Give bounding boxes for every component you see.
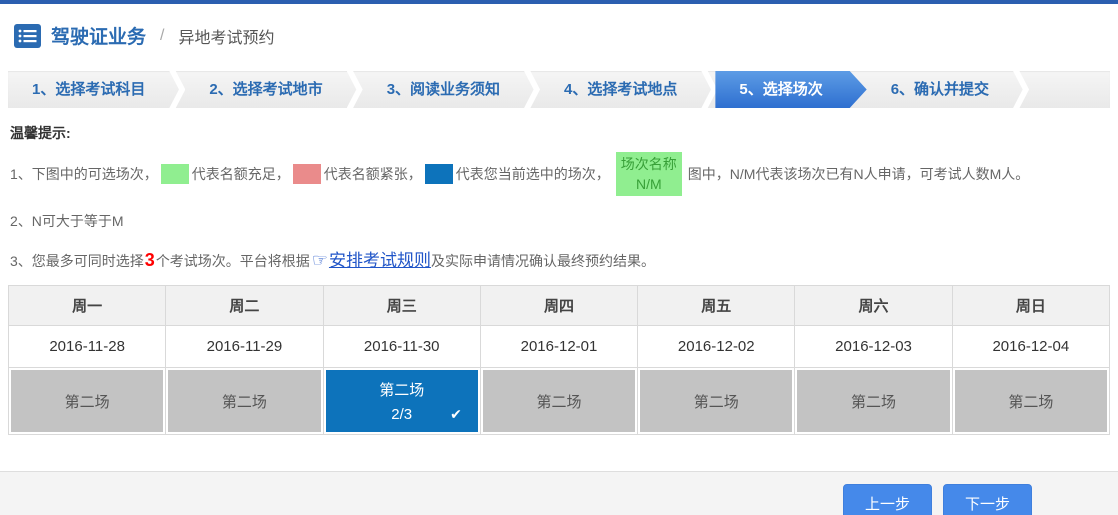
chevron-separator-icon	[1013, 71, 1029, 108]
weekday-header: 周五	[638, 286, 795, 326]
session-cell-sunday: 第二场	[952, 368, 1109, 435]
date-cell: 2016-11-28	[9, 326, 166, 368]
step-2-select-city[interactable]: 2、选择考试地市	[185, 71, 346, 108]
checkmark-icon: ✔	[450, 406, 462, 423]
chevron-separator-icon	[169, 71, 185, 108]
weekday-header-row: 周一 周二 周三 周四 周五 周六 周日	[9, 286, 1110, 326]
session-option[interactable]: 第二场	[168, 370, 320, 432]
session-option[interactable]: 第二场	[483, 370, 635, 432]
session-cell-saturday: 第二场	[795, 368, 952, 435]
chevron-separator-icon	[524, 71, 540, 108]
step-3-read-notice[interactable]: 3、阅读业务须知	[363, 71, 524, 108]
tip1-blue-label: 代表您当前选中的场次，	[456, 164, 610, 184]
tip1-prefix: 1、下图中的可选场次，	[10, 164, 158, 184]
session-schedule-table: 周一 周二 周三 周四 周五 周六 周日 2016-11-28 2016-11-…	[8, 285, 1110, 435]
tip-line-1: 1、下图中的可选场次， 代表名额充足， 代表名额紧张， 代表您当前选中的场次， …	[10, 152, 1108, 196]
breadcrumb-page-title: 异地考试预约	[178, 24, 274, 48]
tip1-suffix: 图中，N/M代表该场次已有N人申请，可考试人数M人。	[688, 164, 1029, 184]
footer-action-bar: 上一步 下一步	[0, 471, 1118, 515]
date-cell: 2016-12-02	[638, 326, 795, 368]
date-cell: 2016-12-04	[952, 326, 1109, 368]
pointing-hand-icon: ☞	[312, 250, 328, 270]
step-4-select-location[interactable]: 4、选择考试地点	[540, 71, 701, 108]
weekday-header: 周二	[166, 286, 323, 326]
session-cell-friday: 第二场	[638, 368, 795, 435]
tip-line-2: 2、N可大于等于M	[10, 211, 1108, 231]
tip3-part1: 3、您最多可同时选择	[10, 253, 144, 269]
sample-session-name: 场次名称	[621, 154, 677, 174]
list-icon	[14, 24, 41, 48]
breadcrumb-service-category[interactable]: 驾驶证业务	[51, 22, 146, 49]
step-progress-bar: 1、选择考试科目 2、选择考试地市 3、阅读业务须知 4、选择考试地点 5、选择…	[8, 71, 1110, 108]
date-cell: 2016-12-01	[480, 326, 637, 368]
session-cell-wednesday: 第二场 2/3 ✔	[323, 368, 480, 435]
session-cell-tuesday: 第二场	[166, 368, 323, 435]
weekday-header: 周一	[9, 286, 166, 326]
weekday-header: 周日	[952, 286, 1109, 326]
date-cell: 2016-11-29	[166, 326, 323, 368]
tip1-green-label: 代表名额充足，	[192, 164, 290, 184]
sample-session-ratio: N/M	[636, 174, 662, 194]
breadcrumb-separator: /	[160, 27, 164, 45]
chevron-separator-icon	[347, 71, 363, 108]
weekday-header: 周四	[480, 286, 637, 326]
legend-green-swatch	[161, 164, 189, 184]
tips-section: 温馨提示: 1、下图中的可选场次， 代表名额充足， 代表名额紧张， 代表您当前选…	[10, 123, 1108, 271]
selected-session-ratio: 2/3	[391, 406, 412, 423]
date-cell: 2016-12-03	[795, 326, 952, 368]
legend-session-sample-box: 场次名称 N/M	[616, 152, 682, 196]
page-header: 驾驶证业务 / 异地考试预约	[0, 4, 1118, 65]
exam-rules-link[interactable]: 安排考试规则	[329, 251, 431, 270]
step-5-select-session-active[interactable]: 5、选择场次	[715, 71, 866, 108]
date-cell: 2016-11-30	[323, 326, 480, 368]
tips-title: 温馨提示:	[10, 123, 1108, 143]
step-1-select-subject[interactable]: 1、选择考试科目	[8, 71, 169, 108]
selected-session-name: 第二场	[379, 379, 424, 400]
session-row: 第二场 第二场 第二场 2/3 ✔ 第二场 第二场 第二场 第二场	[9, 368, 1110, 435]
session-option[interactable]: 第二场	[797, 370, 949, 432]
tip1-red-label: 代表名额紧张，	[324, 164, 422, 184]
session-cell-monday: 第二场	[9, 368, 166, 435]
tip-line-3: 3、您最多可同时选择3个考试场次。平台将根据☞安排考试规则及实际申请情况确认最终…	[10, 246, 1108, 271]
tip3-part2: 个考试场次。平台将根据	[156, 253, 310, 269]
next-step-button[interactable]: 下一步	[943, 484, 1032, 515]
tip3-part3: 及实际申请情况确认最终预约结果。	[431, 253, 655, 269]
chevron-separator-icon	[701, 71, 717, 108]
session-option[interactable]: 第二场	[955, 370, 1107, 432]
legend-red-swatch	[293, 164, 321, 184]
legend-blue-swatch	[425, 164, 453, 184]
session-cell-thursday: 第二场	[480, 368, 637, 435]
previous-step-button[interactable]: 上一步	[843, 484, 932, 515]
date-row: 2016-11-28 2016-11-29 2016-11-30 2016-12…	[9, 326, 1110, 368]
session-option-selected[interactable]: 第二场 2/3 ✔	[326, 370, 478, 432]
session-option[interactable]: 第二场	[11, 370, 163, 432]
stepbar-filler	[1029, 71, 1110, 108]
session-option[interactable]: 第二场	[640, 370, 792, 432]
max-sessions-count: 3	[144, 250, 156, 270]
step-6-confirm-submit[interactable]: 6、确认并提交	[867, 71, 1013, 108]
weekday-header: 周三	[323, 286, 480, 326]
weekday-header: 周六	[795, 286, 952, 326]
